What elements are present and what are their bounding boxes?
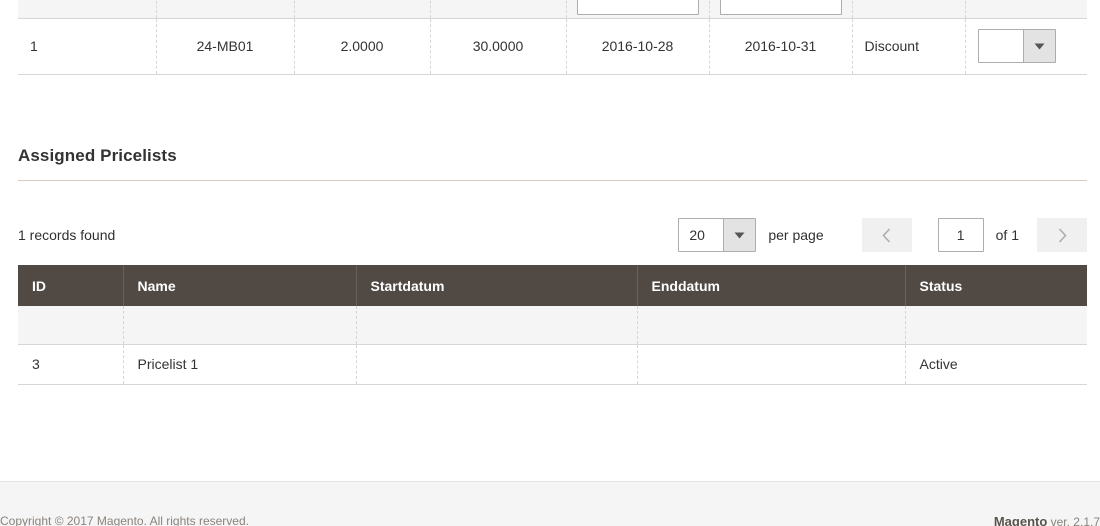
page-title: Assigned Pricelists — [18, 146, 177, 165]
page-footer: Copyright © 2017 Magento. All rights res… — [0, 482, 1100, 526]
row-action-select-value — [978, 30, 1023, 62]
column-header-name[interactable]: Name — [123, 265, 357, 306]
magento-version-label: Magento ver. 2.1.7 — [994, 514, 1100, 526]
per-page-label: per page — [768, 227, 824, 243]
row-action-select[interactable] — [977, 29, 1056, 63]
cell-pricelist-enddatum — [637, 344, 906, 385]
admin-page: 1 24-MB01 2.0000 30.0000 2016-10-28 2016… — [0, 0, 1100, 526]
special-price-data-row[interactable]: 1 24-MB01 2.0000 30.0000 2016-10-28 2016… — [18, 18, 1087, 75]
column-header-enddatum[interactable]: Enddatum — [637, 265, 906, 306]
pricelist-grid-header-row: ID Name Startdatum Enddatum Status — [18, 265, 1087, 306]
pricelist-filter-startdatum[interactable] — [356, 306, 638, 345]
filter-cell-id — [18, 0, 157, 18]
special-price-filter-row — [18, 0, 1087, 18]
cell-action[interactable] — [965, 18, 1087, 75]
pricelist-filter-id[interactable] — [18, 306, 124, 345]
pricelist-filter-name[interactable] — [123, 306, 357, 345]
chevron-down-icon — [723, 219, 756, 251]
start-date-filter-input[interactable] — [576, 0, 699, 15]
cell-id: 1 — [18, 18, 157, 75]
cell-end-date: 2016-10-31 — [709, 18, 853, 75]
chevron-right-icon — [1058, 227, 1067, 243]
pricelist-filter-row — [18, 306, 1087, 345]
next-page-button[interactable] — [1037, 218, 1087, 252]
previous-page-button[interactable] — [861, 218, 912, 252]
assigned-pricelists-section: Assigned Pricelists — [18, 146, 1087, 181]
cell-pricelist-name: Pricelist 1 — [123, 344, 357, 385]
assigned-pricelists-grid: ID Name Startdatum Enddatum Status 3 Pri… — [18, 265, 1087, 385]
filter-cell-end-date[interactable] — [709, 0, 853, 18]
cell-type: Discount — [852, 18, 966, 75]
cell-start-date: 2016-10-28 — [566, 18, 710, 75]
toolbar-right-group: 20 per page of 1 — [678, 218, 1087, 252]
filter-cell-start-date[interactable] — [566, 0, 710, 18]
chevron-down-icon — [1022, 30, 1055, 62]
cell-pricelist-id: 3 — [18, 344, 124, 385]
magento-brand-label: Magento — [993, 514, 1048, 526]
current-page-input[interactable] — [937, 218, 984, 252]
filter-cell-type — [852, 0, 966, 18]
cell-pricelist-startdatum — [356, 344, 638, 385]
filter-cell-action — [965, 0, 1087, 18]
column-header-id[interactable]: ID — [18, 265, 124, 306]
chevron-left-icon — [882, 227, 891, 243]
table-row[interactable]: 3 Pricelist 1 Active — [18, 344, 1087, 385]
copyright-text: Copyright © 2017 Magento. All rights res… — [0, 514, 249, 526]
column-header-startdatum[interactable]: Startdatum — [356, 265, 638, 306]
records-found-label: 1 records found — [18, 227, 116, 243]
per-page-select-value: 20 — [679, 219, 724, 251]
cell-pricelist-status: Active — [905, 344, 1087, 385]
end-date-filter-input[interactable] — [719, 0, 842, 15]
cell-price: 30.0000 — [430, 18, 567, 75]
total-pages-label: of 1 — [995, 227, 1019, 243]
column-header-status[interactable]: Status — [905, 265, 1087, 306]
pricelist-filter-enddatum[interactable] — [637, 306, 906, 345]
filter-cell-sku — [156, 0, 295, 18]
filter-cell-qty — [294, 0, 431, 18]
per-page-select[interactable]: 20 — [678, 218, 757, 252]
special-price-grid: 1 24-MB01 2.0000 30.0000 2016-10-28 2016… — [18, 0, 1087, 75]
version-number: ver. 2.1.7 — [1047, 515, 1100, 526]
section-divider — [18, 180, 1087, 181]
filter-cell-price — [430, 0, 567, 18]
pricelist-filter-status[interactable] — [905, 306, 1087, 345]
cell-sku: 24-MB01 — [156, 18, 295, 75]
grid-toolbar: 1 records found 20 per page of 1 — [18, 212, 1087, 258]
cell-qty: 2.0000 — [294, 18, 431, 75]
